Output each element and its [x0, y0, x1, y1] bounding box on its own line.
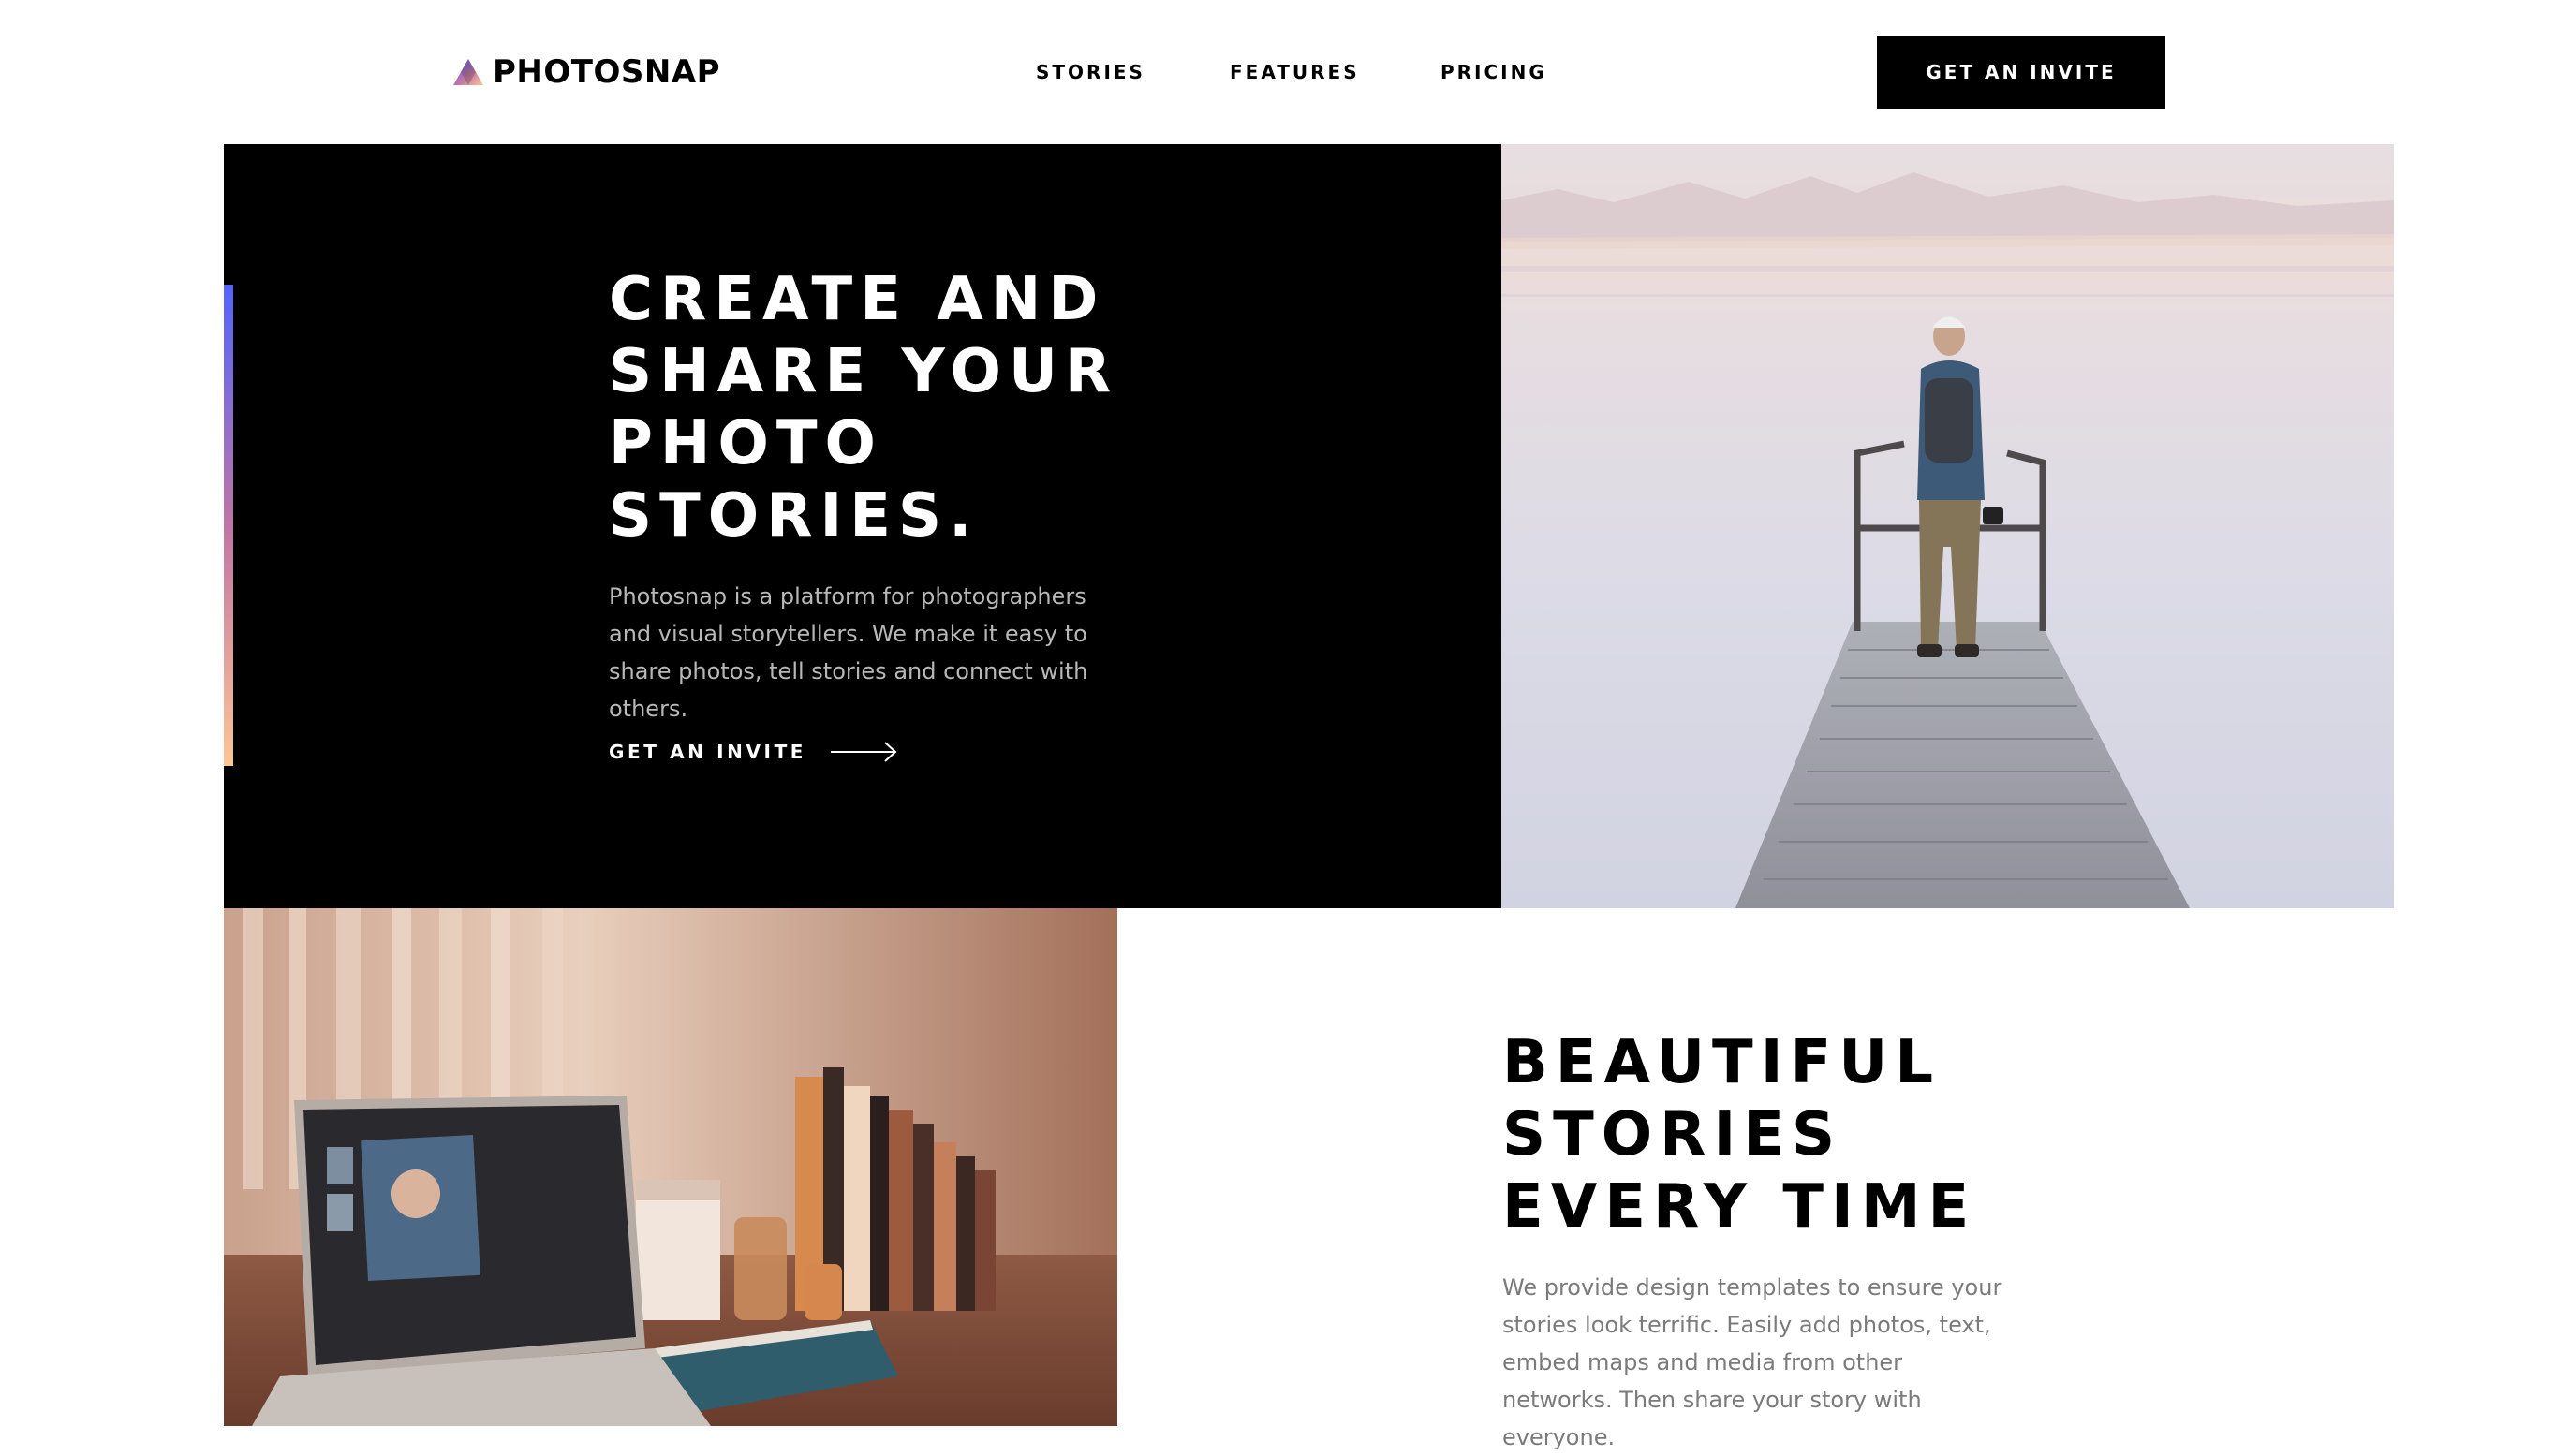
hero-title-line: STORIES.: [609, 481, 980, 551]
nav-link-stories[interactable]: STORIES: [1036, 58, 1145, 86]
section-title-line: STORIES: [1502, 1100, 1843, 1169]
section-title: BEAUTIFUL STORIES EVERY TIME: [1502, 1027, 2102, 1243]
hero-title: CREATE AND SHARE YOUR PHOTO STORIES.: [609, 264, 1189, 552]
section-description: We provide design templates to ensure yo…: [1502, 1274, 2002, 1450]
hero-photo-illustration: [1501, 144, 2394, 908]
section-title-line: BEAUTIFUL: [1502, 1028, 1941, 1097]
nav-link-pricing[interactable]: PRICING: [1440, 58, 1547, 86]
section-title-line: EVERY TIME: [1502, 1172, 1977, 1242]
hero-description: Photosnap is a platform for photographer…: [609, 583, 1088, 722]
nav-link-features[interactable]: FEATURES: [1230, 58, 1360, 86]
logo-text: PHOTOSNAP: [493, 53, 721, 91]
hero-cta-label: GET AN INVITE: [609, 741, 807, 763]
hero-title-line: CREATE AND: [609, 265, 1106, 334]
hero-accent-bar: [224, 285, 233, 766]
photosnap-triangle-icon: [453, 59, 483, 85]
hero-get-invite-link[interactable]: GET AN INVITE: [609, 736, 898, 768]
hero-photo-man-on-pier: [1501, 144, 2394, 908]
laptop-photo-illustration: [224, 908, 1117, 1426]
arrow-right-icon: [831, 742, 897, 762]
hero-title-line: PHOTO: [609, 409, 883, 478]
laptop-desk-photo: [224, 908, 1117, 1426]
get-invite-button[interactable]: GET AN INVITE: [1877, 36, 2165, 109]
logo-link[interactable]: PHOTOSNAP: [453, 52, 720, 92]
hero-title-line: SHARE YOUR: [609, 337, 1119, 406]
site-header: PHOTOSNAP STORIES FEATURES PRICING GET A…: [0, 0, 2570, 144]
